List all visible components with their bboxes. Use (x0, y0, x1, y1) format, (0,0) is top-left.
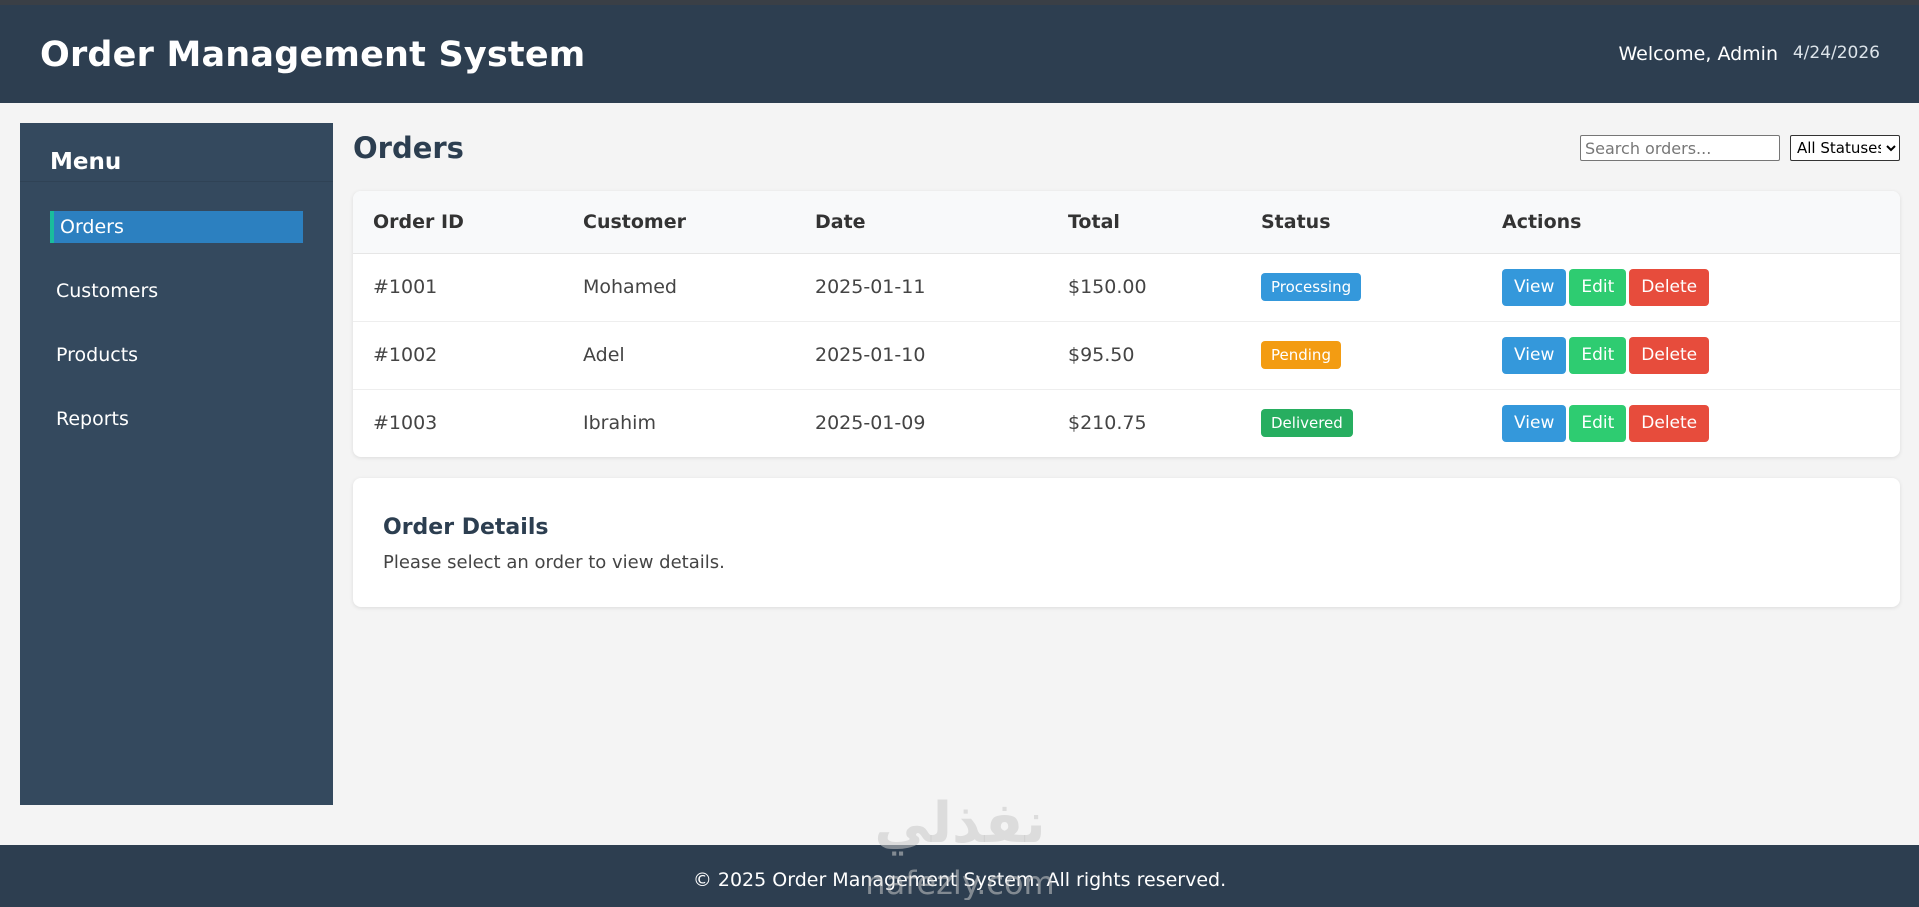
status-cell: Pending (1241, 321, 1482, 390)
sidebar-item-products[interactable]: Products (50, 339, 303, 371)
actions-cell: View Edit Delete (1482, 253, 1900, 322)
total-cell: $150.00 (1048, 253, 1241, 322)
app-footer: © 2025 Order Management System. All righ… (0, 845, 1919, 907)
sidebar-item-customers[interactable]: Customers (50, 275, 303, 307)
edit-button[interactable]: Edit (1569, 404, 1627, 442)
view-button[interactable]: View (1502, 336, 1567, 374)
copyright-text: © 2025 Order Management System. All righ… (692, 869, 1227, 891)
welcome-text: Welcome, Admin (1618, 43, 1778, 65)
status-cell: Delivered (1241, 389, 1482, 457)
table-row: #1002 Adel 2025-01-10 $95.50 Pending Vie… (353, 321, 1900, 390)
order-details-title: Order Details (383, 515, 549, 540)
sidebar-item-reports[interactable]: Reports (50, 403, 303, 435)
order-details-card: Order Details Please select an order to … (353, 478, 1900, 607)
status-badge: Pending (1261, 341, 1341, 369)
app-header: Order Management System Welcome, Admin 4… (0, 5, 1919, 103)
table-row: #1001 Mohamed 2025-01-11 $150.00 Process… (353, 253, 1900, 322)
page-title: Orders (353, 131, 464, 165)
order-details-message: Please select an order to view details. (383, 552, 725, 573)
orders-table-card: Order ID Customer Date Total Status Acti… (353, 191, 1900, 457)
column-header-total: Total (1048, 191, 1241, 254)
date-cell: 2025-01-09 (815, 412, 926, 435)
column-header-customer: Customer (563, 191, 795, 254)
sidebar: Menu Orders Customers Products Reports (20, 123, 333, 805)
status-badge: Delivered (1261, 409, 1353, 438)
total-cell: $210.75 (1068, 412, 1147, 435)
current-date: 4/24/2026 (1792, 43, 1880, 63)
edit-button[interactable]: Edit (1569, 268, 1627, 306)
status-cell: Processing (1241, 253, 1482, 322)
order-id-cell: #1001 (353, 253, 563, 322)
customer-cell: Mohamed (563, 253, 795, 322)
edit-button[interactable]: Edit (1569, 336, 1627, 374)
customer-cell: Ibrahim (583, 412, 656, 435)
delete-button[interactable]: Delete (1629, 336, 1710, 374)
column-header-status: Status (1241, 191, 1482, 254)
table-header-row: Order ID Customer Date Total Status Acti… (353, 191, 1900, 254)
table-row: #1003 Ibrahim 2025-01-09 $210.75 Deliver… (353, 389, 1900, 457)
search-input[interactable] (1580, 135, 1780, 161)
view-button[interactable]: View (1502, 268, 1567, 306)
customer-cell: Adel (563, 321, 795, 390)
status-badge: Processing (1261, 273, 1362, 301)
app-title: Order Management System (40, 35, 586, 75)
delete-button[interactable]: Delete (1629, 404, 1710, 442)
orders-table: Order ID Customer Date Total Status Acti… (353, 191, 1900, 457)
date-cell: 2025-01-11 (795, 253, 1048, 322)
column-header-order-id: Order ID (353, 191, 563, 254)
delete-button[interactable]: Delete (1629, 268, 1710, 306)
column-header-actions: Actions (1482, 191, 1900, 254)
order-id-cell: #1003 (373, 412, 438, 435)
actions-cell: View Edit Delete (1482, 389, 1900, 457)
menu-title: Menu (50, 149, 122, 175)
menu-divider (20, 181, 333, 182)
sidebar-item-orders[interactable]: Orders (50, 211, 303, 243)
main-content: Orders All Statuses Order ID Customer Da… (353, 123, 1900, 805)
actions-cell: View Edit Delete (1482, 321, 1900, 390)
column-header-date: Date (795, 191, 1048, 254)
view-button[interactable]: View (1502, 404, 1567, 442)
total-cell: $95.50 (1048, 321, 1241, 390)
order-id-cell: #1002 (353, 321, 563, 390)
status-filter-select[interactable]: All Statuses (1790, 135, 1900, 161)
date-cell: 2025-01-10 (795, 321, 1048, 390)
